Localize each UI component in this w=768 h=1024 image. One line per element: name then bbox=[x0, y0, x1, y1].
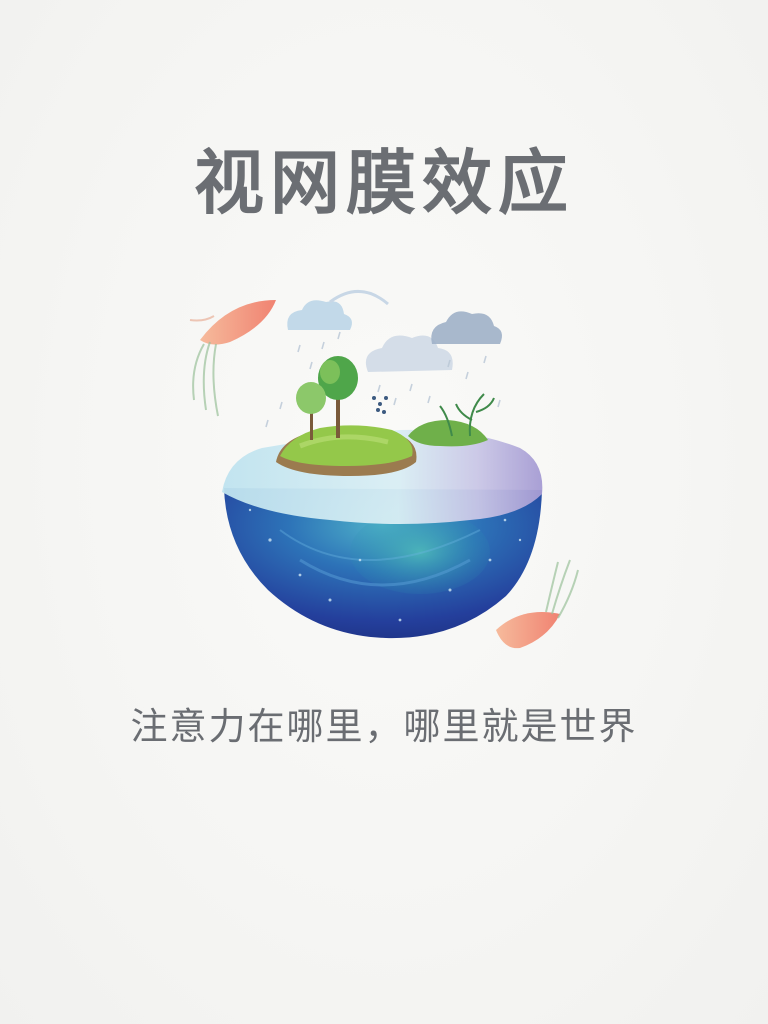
fish-icon bbox=[189, 300, 276, 417]
cloud-icon bbox=[287, 290, 502, 372]
berry-cluster bbox=[372, 396, 388, 414]
globe-illustration bbox=[189, 290, 579, 649]
poster-subtitle: 注意力在哪里，哪里就是世界 bbox=[130, 705, 638, 748]
poster: 视网膜效应 注意力在哪里，哪里就是世界 bbox=[0, 0, 768, 1024]
